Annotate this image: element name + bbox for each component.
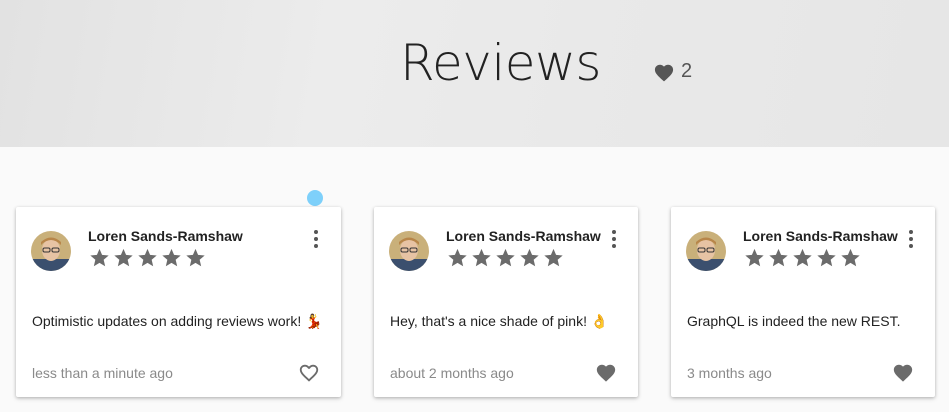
- star-icon: [544, 248, 563, 267]
- review-timestamp: about 2 months ago: [390, 365, 514, 381]
- more-vert-icon[interactable]: [609, 229, 619, 249]
- star-icon: [520, 248, 539, 267]
- heart-icon: [596, 364, 616, 382]
- review-author: Loren Sands-Ramshaw: [743, 228, 898, 244]
- review-text: GraphQL is indeed the new REST.: [687, 313, 901, 329]
- review-timestamp: 3 months ago: [687, 365, 772, 381]
- page-title: Reviews: [400, 34, 601, 92]
- star-icon: [162, 248, 181, 267]
- review-author: Loren Sands-Ramshaw: [446, 228, 601, 244]
- star-rating: [446, 247, 565, 269]
- star-icon: [114, 248, 133, 267]
- avatar: [389, 231, 429, 271]
- star-icon: [817, 248, 836, 267]
- page-header: Reviews 2: [0, 0, 949, 147]
- favorite-button[interactable]: [298, 362, 320, 384]
- star-icon: [769, 248, 788, 267]
- review-card: Loren Sands-Ramshaw Optimistic updates o…: [16, 207, 341, 397]
- avatar: [31, 231, 71, 271]
- star-icon: [841, 248, 860, 267]
- review-author: Loren Sands-Ramshaw: [88, 228, 243, 244]
- heart-icon: [893, 364, 913, 382]
- more-vert-icon[interactable]: [311, 229, 321, 249]
- star-icon: [745, 248, 764, 267]
- heart-icon: [654, 64, 674, 81]
- favorites-counter: 2: [653, 60, 692, 83]
- cursor-indicator: [307, 190, 323, 206]
- star-icon: [186, 248, 205, 267]
- heart-outline-icon: [299, 364, 319, 382]
- star-rating: [743, 247, 862, 269]
- review-card: Loren Sands-Ramshaw GraphQL is indeed th…: [671, 207, 935, 397]
- star-rating: [88, 247, 207, 269]
- more-vert-icon[interactable]: [906, 229, 916, 249]
- avatar: [686, 231, 726, 271]
- star-icon: [472, 248, 491, 267]
- review-text: Hey, that's a nice shade of pink! 👌: [390, 313, 609, 329]
- star-icon: [793, 248, 812, 267]
- review-text: Optimistic updates on adding reviews wor…: [32, 313, 323, 329]
- star-icon: [138, 248, 157, 267]
- favorites-count: 2: [681, 60, 693, 82]
- favorite-button[interactable]: [892, 362, 914, 384]
- favorite-button[interactable]: [595, 362, 617, 384]
- review-card: Loren Sands-Ramshaw Hey, that's a nice s…: [374, 207, 638, 397]
- star-icon: [496, 248, 515, 267]
- star-icon: [90, 248, 109, 267]
- star-icon: [448, 248, 467, 267]
- review-timestamp: less than a minute ago: [32, 365, 173, 381]
